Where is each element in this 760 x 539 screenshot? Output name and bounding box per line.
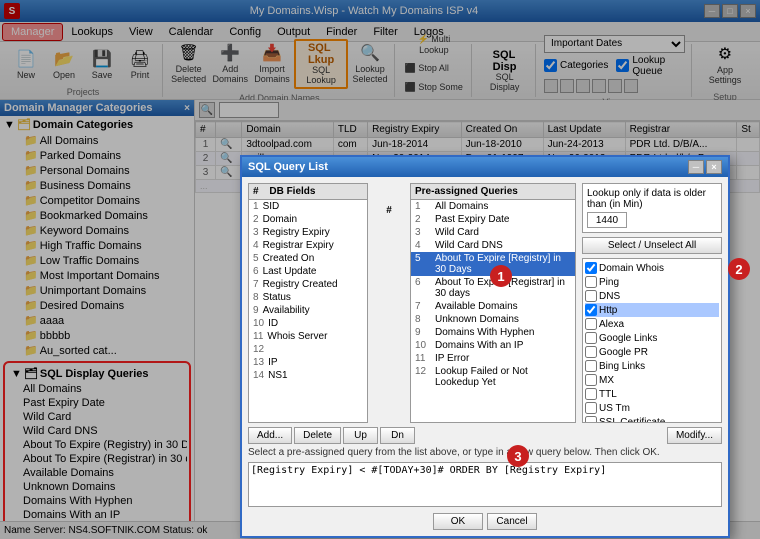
hint-text: Select a pre-assigned query from the lis… (248, 447, 722, 458)
db-fields-panel: # DB Fields 1SID 2Domain 3Registry Expir… (248, 183, 368, 423)
preassigned-list: 1All Domains 2Past Expiry Date 3Wild Car… (411, 200, 575, 422)
cb-ssl: SSL Certificate (585, 415, 719, 423)
ok-btn[interactable]: OK (433, 513, 483, 530)
cancel-btn[interactable]: Cancel (487, 513, 537, 530)
db-field-ip[interactable]: 13IP (249, 356, 367, 369)
cb-us-tm: US Tm (585, 401, 719, 415)
db-field-sid[interactable]: 1SID (249, 200, 367, 213)
sql-dialog-title: SQL Query List ─ × (242, 157, 728, 177)
query-ip-error[interactable]: 11IP Error (411, 352, 575, 365)
db-field-last-update[interactable]: 6Last Update (249, 265, 367, 278)
db-field-created-on[interactable]: 5Created On (249, 252, 367, 265)
cb-bing-links: Bing Links (585, 359, 719, 373)
preassigned-panel: Pre-assigned Queries 1All Domains 2Past … (410, 183, 576, 423)
dn-btn[interactable]: Dn (380, 427, 415, 444)
number-2-circle: 2 (728, 258, 750, 280)
ok-cancel-row: OK Cancel (248, 513, 722, 530)
sql-dialog-title-text: SQL Query List (248, 161, 328, 173)
db-field-id[interactable]: 10ID (249, 317, 367, 330)
cb-ping-input[interactable] (585, 276, 597, 288)
up-btn[interactable]: Up (343, 427, 378, 444)
number-3-circle: 3 (507, 445, 529, 467)
delete-btn[interactable]: Delete (294, 427, 341, 444)
select-unselect-all-btn[interactable]: Select / Unselect All (582, 237, 722, 254)
checkbox-list: Domain Whois Ping DNS Http Alexa Google … (582, 258, 722, 423)
add-btn[interactable]: Add... (248, 427, 292, 444)
right-panel: Lookup only if data is older than (in Mi… (582, 183, 722, 423)
number-1-circle: 1 (490, 265, 512, 287)
db-fields-header: # DB Fields (249, 184, 367, 200)
query-wild-card-dns[interactable]: 4Wild Card DNS (411, 239, 575, 252)
cb-ttl: TTL (585, 387, 719, 401)
cb-dns-input[interactable] (585, 290, 597, 302)
lookup-box: Lookup only if data is older than (in Mi… (582, 183, 722, 233)
cb-ssl-input[interactable] (585, 416, 597, 423)
db-fields-list: 1SID 2Domain 3Registry Expiry 4Registrar… (249, 200, 367, 422)
db-field-domain[interactable]: 2Domain (249, 213, 367, 226)
lookup-box-label: Lookup only if data is older than (in Mi… (587, 188, 717, 210)
db-field-status[interactable]: 8Status (249, 291, 367, 304)
cb-dns: DNS (585, 289, 719, 303)
query-available[interactable]: 7Available Domains (411, 300, 575, 313)
cb-us-tm-input[interactable] (585, 402, 597, 414)
add-del-row: Add... Delete Up Dn (248, 427, 415, 444)
cb-google-links: Google Links (585, 331, 719, 345)
modal-overlay: SQL Query List ─ × # DB Fields 1SID 2Dom… (0, 0, 760, 539)
db-field-12[interactable]: 12 (249, 343, 367, 356)
dialog-close-btn[interactable]: × (706, 160, 722, 174)
query-lookup-failed[interactable]: 12Lookup Failed or Not Lookedup Yet (411, 365, 575, 389)
query-hyphen[interactable]: 9Domains With Hyphen (411, 326, 575, 339)
cb-google-pr-input[interactable] (585, 346, 597, 358)
cb-ping: Ping (585, 275, 719, 289)
query-all-domains[interactable]: 1All Domains (411, 200, 575, 213)
cb-bing-links-input[interactable] (585, 360, 597, 372)
dialog-action-row: Add... Delete Up Dn Modify... (248, 427, 722, 444)
preassigned-header: Pre-assigned Queries (411, 184, 575, 200)
modify-btn[interactable]: Modify... (667, 427, 722, 444)
query-textarea[interactable]: [Registry Expiry] < #[TODAY+30]# ORDER B… (248, 462, 722, 507)
query-input-row: [Registry Expiry] < #[TODAY+30]# ORDER B… (248, 462, 722, 507)
db-field-availability[interactable]: 9Availability (249, 304, 367, 317)
query-unknown[interactable]: 8Unknown Domains (411, 313, 575, 326)
cb-mx: MX (585, 373, 719, 387)
cb-google-pr: Google PR (585, 345, 719, 359)
middle-column: # (374, 183, 404, 423)
db-fields-col-name: DB Fields (269, 186, 315, 197)
query-past-expiry[interactable]: 2Past Expiry Date (411, 213, 575, 226)
cb-domain-whois: Domain Whois (585, 261, 719, 275)
dialog-top-area: # DB Fields 1SID 2Domain 3Registry Expir… (248, 183, 722, 423)
db-field-ns1[interactable]: 14NS1 (249, 369, 367, 382)
num-col-header: # (386, 203, 392, 218)
query-wild-card[interactable]: 3Wild Card (411, 226, 575, 239)
query-with-ip[interactable]: 10Domains With an IP (411, 339, 575, 352)
cb-http: Http (585, 303, 719, 317)
cb-google-links-input[interactable] (585, 332, 597, 344)
cb-http-input[interactable] (585, 304, 597, 316)
db-fields-col-num: # (253, 186, 259, 197)
cb-domain-whois-input[interactable] (585, 262, 597, 274)
sql-dialog: SQL Query List ─ × # DB Fields 1SID 2Dom… (240, 155, 730, 538)
lookup-value-input[interactable] (587, 212, 627, 228)
cb-alexa: Alexa (585, 317, 719, 331)
db-field-registrar-expiry[interactable]: 4Registrar Expiry (249, 239, 367, 252)
sql-dialog-body: # DB Fields 1SID 2Domain 3Registry Expir… (242, 177, 728, 536)
cb-ttl-input[interactable] (585, 388, 597, 400)
cb-alexa-input[interactable] (585, 318, 597, 330)
db-field-registry-created[interactable]: 7Registry Created (249, 278, 367, 291)
dialog-minimize-btn[interactable]: ─ (688, 160, 704, 174)
cb-mx-input[interactable] (585, 374, 597, 386)
db-field-registry-expiry[interactable]: 3Registry Expiry (249, 226, 367, 239)
db-field-whois-server[interactable]: 11Whois Server (249, 330, 367, 343)
